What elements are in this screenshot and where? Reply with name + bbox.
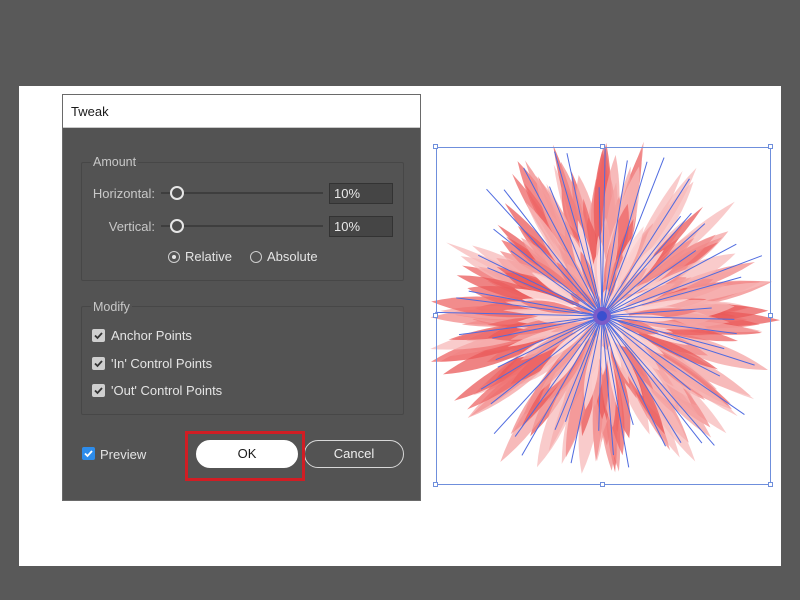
dialog-title: Tweak: [71, 104, 109, 119]
vertical-label: Vertical:: [108, 219, 155, 234]
in-control-points-label[interactable]: 'In' Control Points: [111, 356, 212, 371]
absolute-radio[interactable]: [250, 251, 262, 263]
horizontal-slider-track[interactable]: [161, 192, 323, 194]
dialog-title-bar[interactable]: Tweak: [63, 95, 420, 128]
horizontal-value-input[interactable]: 10%: [329, 183, 393, 204]
preview-checkbox[interactable]: [82, 447, 95, 460]
horizontal-label: Horizontal:: [92, 186, 155, 201]
selection-bounding-box[interactable]: [436, 147, 771, 485]
selection-handle-top-center[interactable]: [600, 144, 605, 149]
relative-radio-label[interactable]: Relative: [185, 249, 232, 264]
selection-handle-middle-left[interactable]: [433, 313, 438, 318]
in-control-points-checkbox[interactable]: [92, 357, 105, 370]
selection-handle-top-left[interactable]: [433, 144, 438, 149]
selection-handle-middle-right[interactable]: [768, 313, 773, 318]
ok-button-highlight-box: [185, 431, 305, 481]
selection-handle-bottom-left[interactable]: [433, 482, 438, 487]
anchor-points-label[interactable]: Anchor Points: [111, 328, 192, 343]
selection-handle-bottom-center[interactable]: [600, 482, 605, 487]
vertical-value-input[interactable]: 10%: [329, 216, 393, 237]
vertical-slider-track[interactable]: [161, 225, 323, 227]
selection-handle-bottom-right[interactable]: [768, 482, 773, 487]
selection-handle-top-right[interactable]: [768, 144, 773, 149]
amount-group-label: Amount: [91, 155, 139, 169]
modify-group-label: Modify: [91, 300, 132, 314]
cancel-button[interactable]: Cancel: [304, 440, 404, 468]
preview-label[interactable]: Preview: [100, 447, 146, 462]
out-control-points-checkbox[interactable]: [92, 384, 105, 397]
anchor-points-checkbox[interactable]: [92, 329, 105, 342]
relative-radio[interactable]: [168, 251, 180, 263]
out-control-points-label[interactable]: 'Out' Control Points: [111, 383, 222, 398]
absolute-radio-label[interactable]: Absolute: [267, 249, 318, 264]
